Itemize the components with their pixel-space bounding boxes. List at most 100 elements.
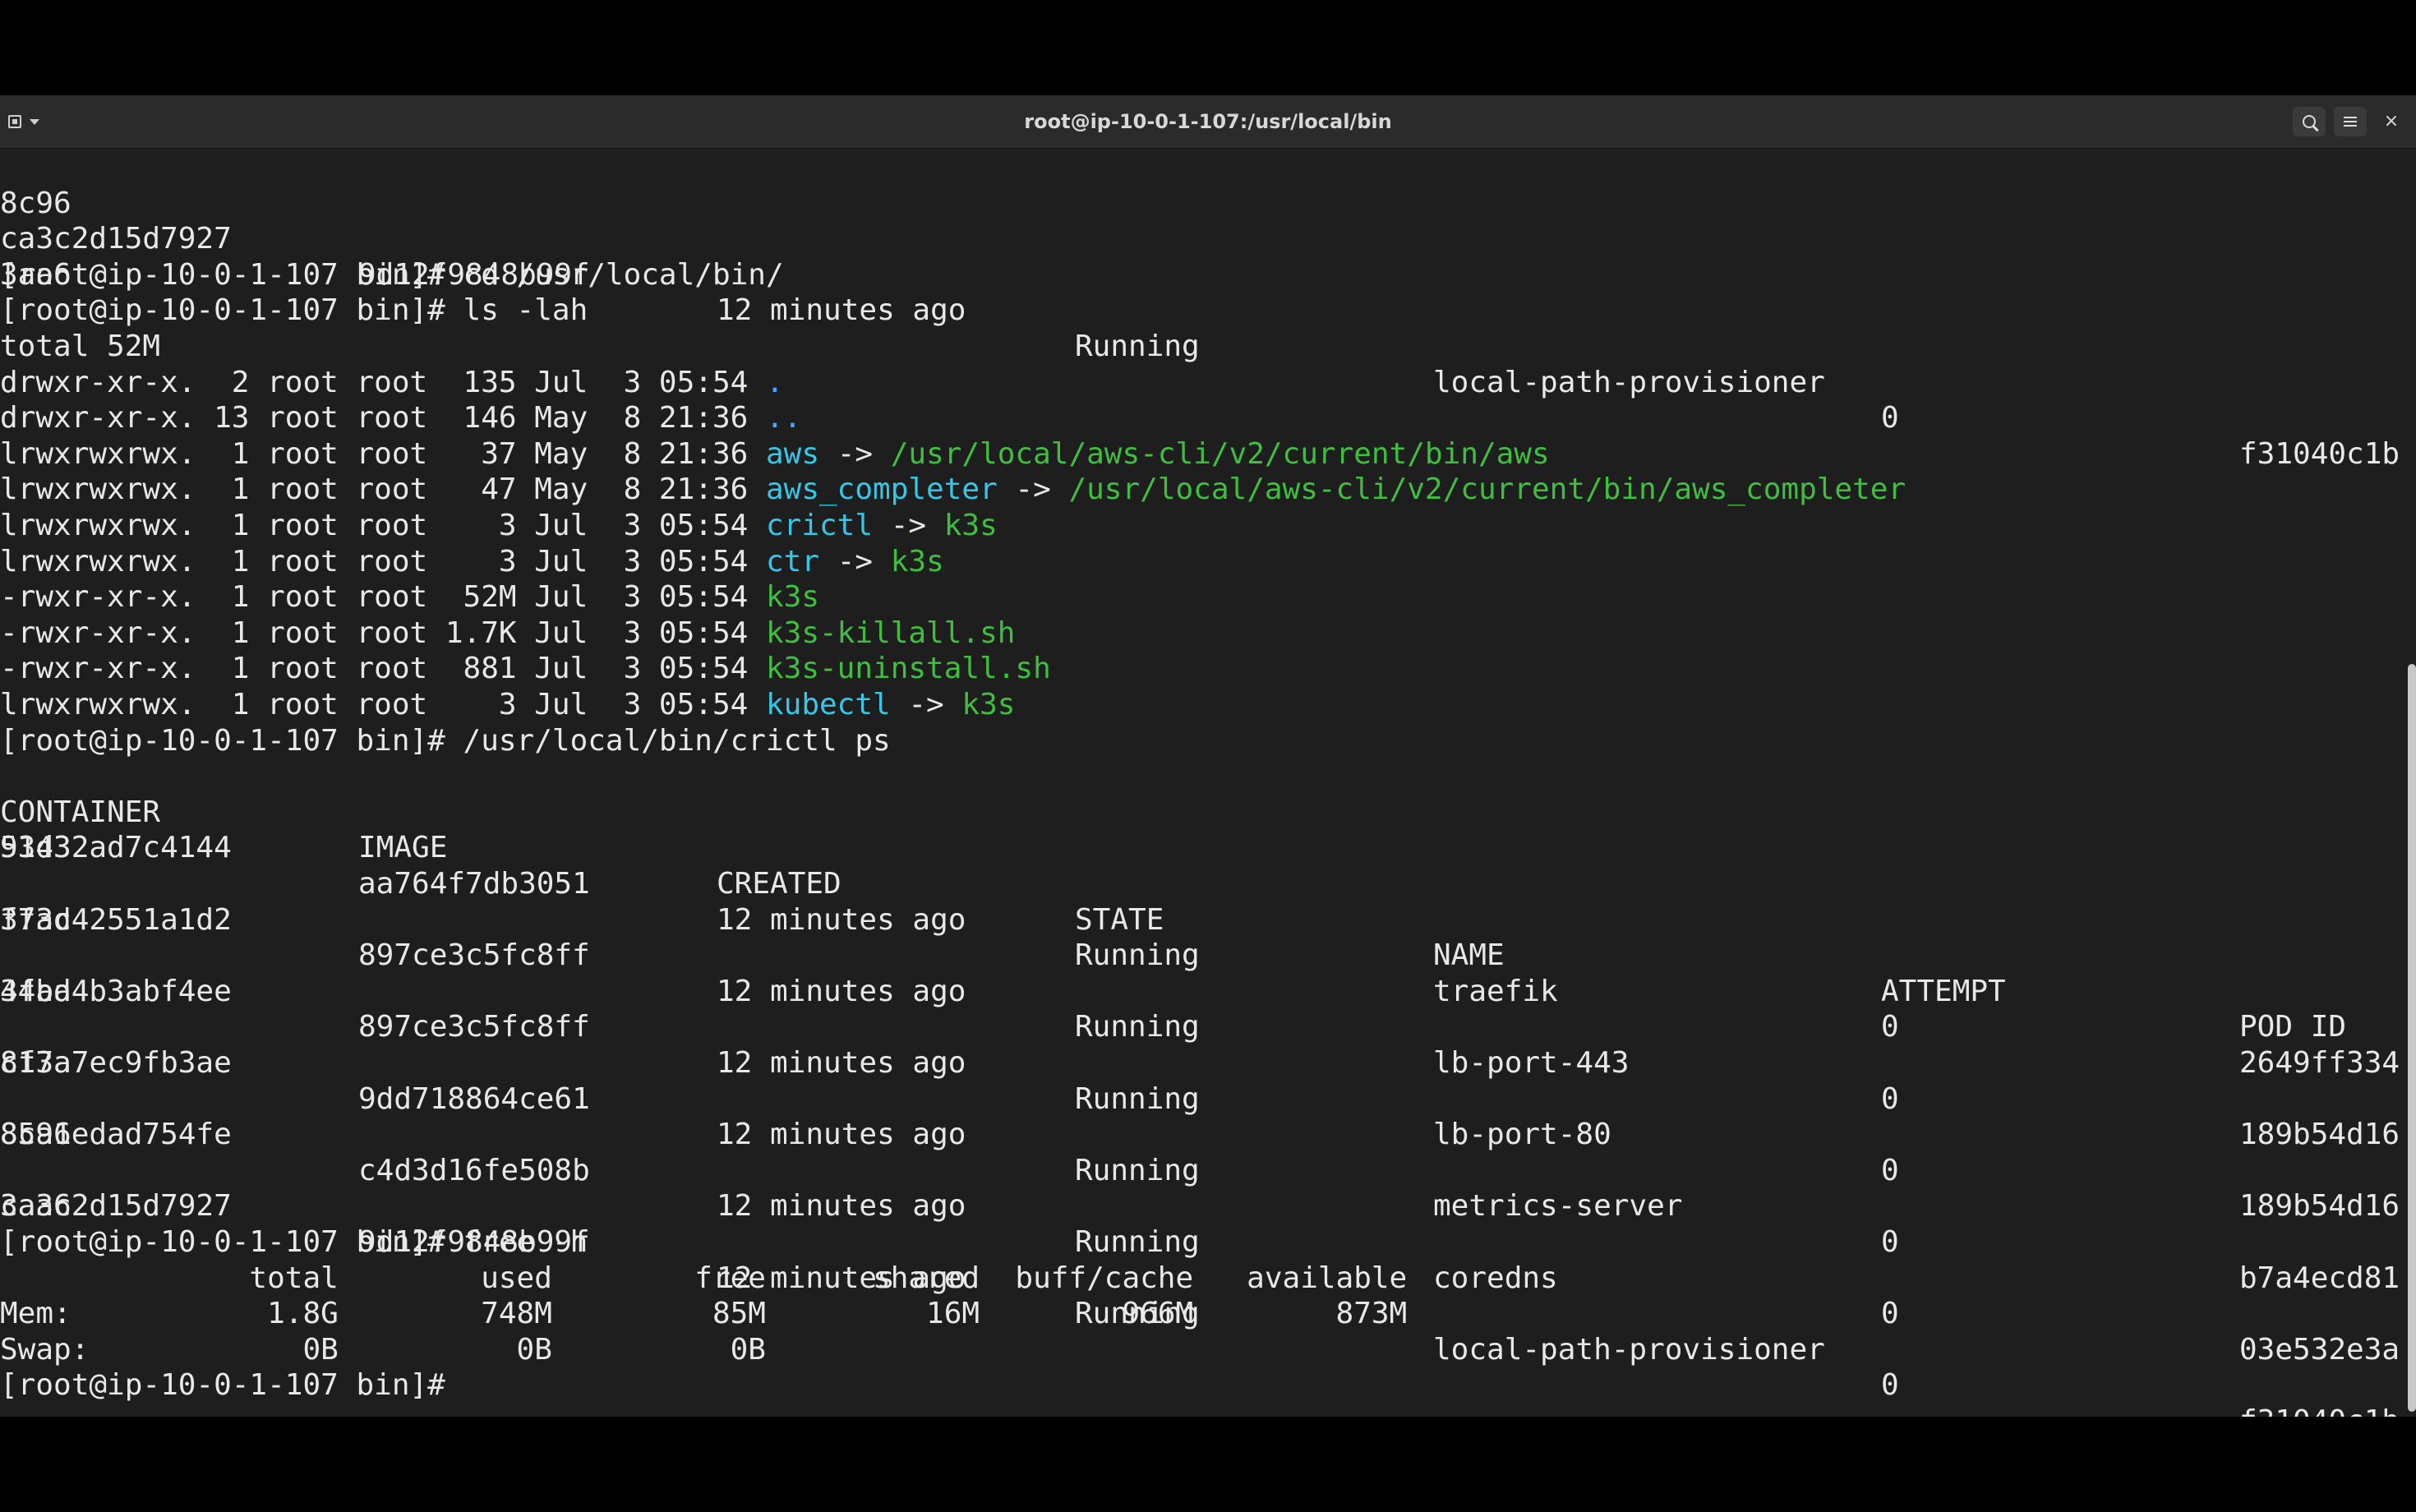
ls-name: .: [765, 365, 784, 399]
image-id: 897ce3c5fc8ff: [358, 938, 590, 973]
ls-total: total 52M: [0, 330, 161, 363]
ls-meta: lrwxrwxrwx. 1 root root 47 May 8 21:36: [0, 472, 766, 507]
command-cd: [root@ip-10-0-1-107 bin]# cd /usr/local/…: [0, 257, 784, 292]
wrap-fragment: 3fad: [0, 974, 71, 1008]
image-id: c4d3d16fe508b: [358, 1153, 590, 1187]
ls-name: k3s-killall.sh: [765, 615, 1016, 650]
ls-name: k3s: [765, 580, 820, 615]
terminal-output[interactable]: 8c96 ca3c2d15d7927 9d12f9848b99f 12 minu…: [0, 148, 2408, 1417]
header-name: NAME: [1433, 938, 1505, 973]
image-id: aa764f7db3051: [358, 866, 590, 901]
window-title: root@ip-10-0-1-107:/usr/local/bin: [1024, 110, 1392, 133]
search-icon: [2303, 115, 2316, 128]
command-free: [root@ip-10-0-1-107 bin]# free -h: [0, 1225, 588, 1259]
attempt: 0: [1881, 401, 1899, 436]
attempt: 0: [1881, 1153, 1899, 1187]
state: Running: [1075, 1081, 1200, 1116]
ls-entry: drwxr-xr-x. 2 root root 135 Jul 3 05:54 …: [0, 365, 784, 401]
container-name: lb-port-443: [1433, 1045, 1630, 1080]
ls-arrow: ->: [873, 509, 944, 542]
created: 12 minutes ago: [717, 1045, 966, 1080]
ls-arrow: ->: [890, 688, 962, 721]
wrap-fragment: 3fad: [0, 902, 71, 937]
pod-id: 189b54d16: [2239, 1118, 2400, 1152]
close-icon: ×: [2383, 111, 2400, 131]
crictl-row: f73c42551a1d2 897ce3c5fc8ff 12 minutes a…: [0, 866, 2400, 1152]
container-name: traefik: [1433, 974, 1558, 1008]
pod-id: 03e532e3a: [2239, 1332, 2400, 1367]
title-bar-right: ×: [2293, 107, 2408, 136]
command-ls: [root@ip-10-0-1-107 bin]# ls -lah: [0, 293, 588, 328]
terminal-line: 3aa6: [0, 221, 107, 292]
terminal-line: 8c96: [0, 150, 107, 220]
pod-id: b7a4ecd81: [2239, 1261, 2400, 1295]
image-id: 9dd718864ce61: [358, 1081, 590, 1116]
command-crictl: [root@ip-10-0-1-107 bin]# /usr/local/bin…: [0, 723, 891, 758]
ls-target: k3s: [961, 688, 1016, 721]
ls-entry: lrwxrwxrwx. 1 root root 3 Jul 3 05:54 cr…: [0, 508, 998, 544]
image-id: 897ce3c5fc8ff: [358, 1010, 590, 1044]
state: Running: [1075, 1224, 1200, 1259]
menu-button[interactable]: [2334, 107, 2367, 136]
ls-target: k3s: [943, 509, 998, 542]
container-name: lb-port-80: [1433, 1118, 1611, 1152]
crictl-row: ca3c2d15d7927 9d12f9848b99f 12 minutes a…: [0, 186, 2400, 471]
ls-name: crictl: [765, 509, 874, 542]
crictl-row: ca3c2d15d7927 9d12f9848b99f 12 minutes a…: [0, 1153, 2400, 1417]
crictl-row: 44ba4b3abf4ee 897ce3c5fc8ff 12 minutes a…: [0, 938, 2400, 1224]
state: Running: [1075, 1153, 1200, 1187]
scrollbar-thumb[interactable]: [2408, 664, 2416, 1412]
state: Running: [1075, 1010, 1200, 1044]
header-pod-id: POD ID: [2239, 1010, 2347, 1044]
terminal-window: root@ip-10-0-1-107:/usr/local/bin × 8c96…: [0, 95, 2416, 1417]
ls-name: k3s-uninstall.sh: [765, 652, 1051, 686]
ls-meta: lrwxrwxrwx. 1 root root 37 May 8 21:36: [0, 436, 766, 471]
crictl-header: CONTAINER IMAGE CREATED STATE NAME ATTEM…: [0, 758, 2346, 1044]
ls-meta: lrwxrwxrwx. 1 root root 3 Jul 3 05:54: [0, 688, 766, 721]
ls-arrow: ->: [997, 472, 1069, 507]
header-attempt: ATTEMPT: [1881, 974, 2006, 1008]
crictl-row: 85a1edad754fe c4d3d16fe508b 12 minutes a…: [0, 1081, 2400, 1367]
title-bar: root@ip-10-0-1-107:/usr/local/bin ×: [0, 95, 2416, 149]
ls-meta: drwxr-xr-x. 2 root root 135 Jul 3 05:54: [0, 365, 766, 399]
attempt: 0: [1881, 1297, 1899, 1331]
ls-name: ..: [765, 401, 802, 436]
container-name: local-path-provisioner: [1433, 1332, 1825, 1367]
pod-id: f31040c1b: [2239, 1404, 2400, 1417]
wrap-fragment: 3aa6: [0, 1189, 71, 1224]
header-image: IMAGE: [358, 831, 448, 865]
ls-name: aws_completer: [765, 472, 998, 507]
ls-arrow: ->: [819, 436, 891, 471]
ls-entry: lrwxrwxrwx. 1 root root 3 Jul 3 05:54 ku…: [0, 687, 1015, 723]
pod-id: f31040c1b: [2239, 436, 2400, 471]
close-button[interactable]: ×: [2375, 107, 2408, 136]
attempt: 0: [1881, 1368, 1899, 1403]
ls-meta: -rwxr-xr-x. 1 root root 1.7K Jul 3 05:54: [0, 615, 766, 650]
wrap-fragment: 8c96: [0, 1118, 71, 1152]
attempt: 0: [1881, 1224, 1899, 1259]
menu-icon: [2344, 117, 2357, 127]
ls-target: /usr/local/aws-cli/v2/current/bin/aws_co…: [1068, 472, 1907, 507]
ls-entry: lrwxrwxrwx. 1 root root 3 Jul 3 05:54 ct…: [0, 544, 944, 580]
shell-prompt[interactable]: [root@ip-10-0-1-107 bin]#: [0, 1367, 463, 1404]
attempt: 0: [1881, 1010, 1899, 1044]
ls-entry: -rwxr-xr-x. 1 root root 52M Jul 3 05:54 …: [0, 579, 819, 615]
state: Running: [1075, 329, 1200, 363]
ls-name: aws: [765, 436, 820, 471]
search-button[interactable]: [2293, 107, 2326, 136]
created: 12 minutes ago: [717, 1189, 966, 1224]
ls-meta: -rwxr-xr-x. 1 root root 881 Jul 3 05:54: [0, 652, 766, 686]
ls-meta: lrwxrwxrwx. 1 root root 3 Jul 3 05:54: [0, 509, 766, 542]
attempt: 0: [1881, 1081, 1899, 1116]
header-state: STATE: [1075, 902, 1164, 937]
free-header: total used free shared buff/cache availa…: [0, 1261, 1408, 1295]
created: 12 minutes ago: [717, 1118, 966, 1152]
free-swap-row: Swap: 0B 0B 0B: [0, 1332, 766, 1367]
ls-target: k3s: [890, 544, 944, 579]
ls-entry: drwxr-xr-x. 13 root root 146 May 8 21:36…: [0, 400, 801, 436]
ls-meta: drwxr-xr-x. 13 root root 146 May 8 21:36: [0, 401, 766, 436]
container-name: metrics-server: [1433, 1189, 1683, 1224]
header-created: CREATED: [717, 866, 841, 901]
container-name: local-path-provisioner: [1433, 365, 1825, 399]
free-mem-row: Mem: 1.8G 748M 85M 16M 966M 873M: [0, 1297, 1408, 1331]
